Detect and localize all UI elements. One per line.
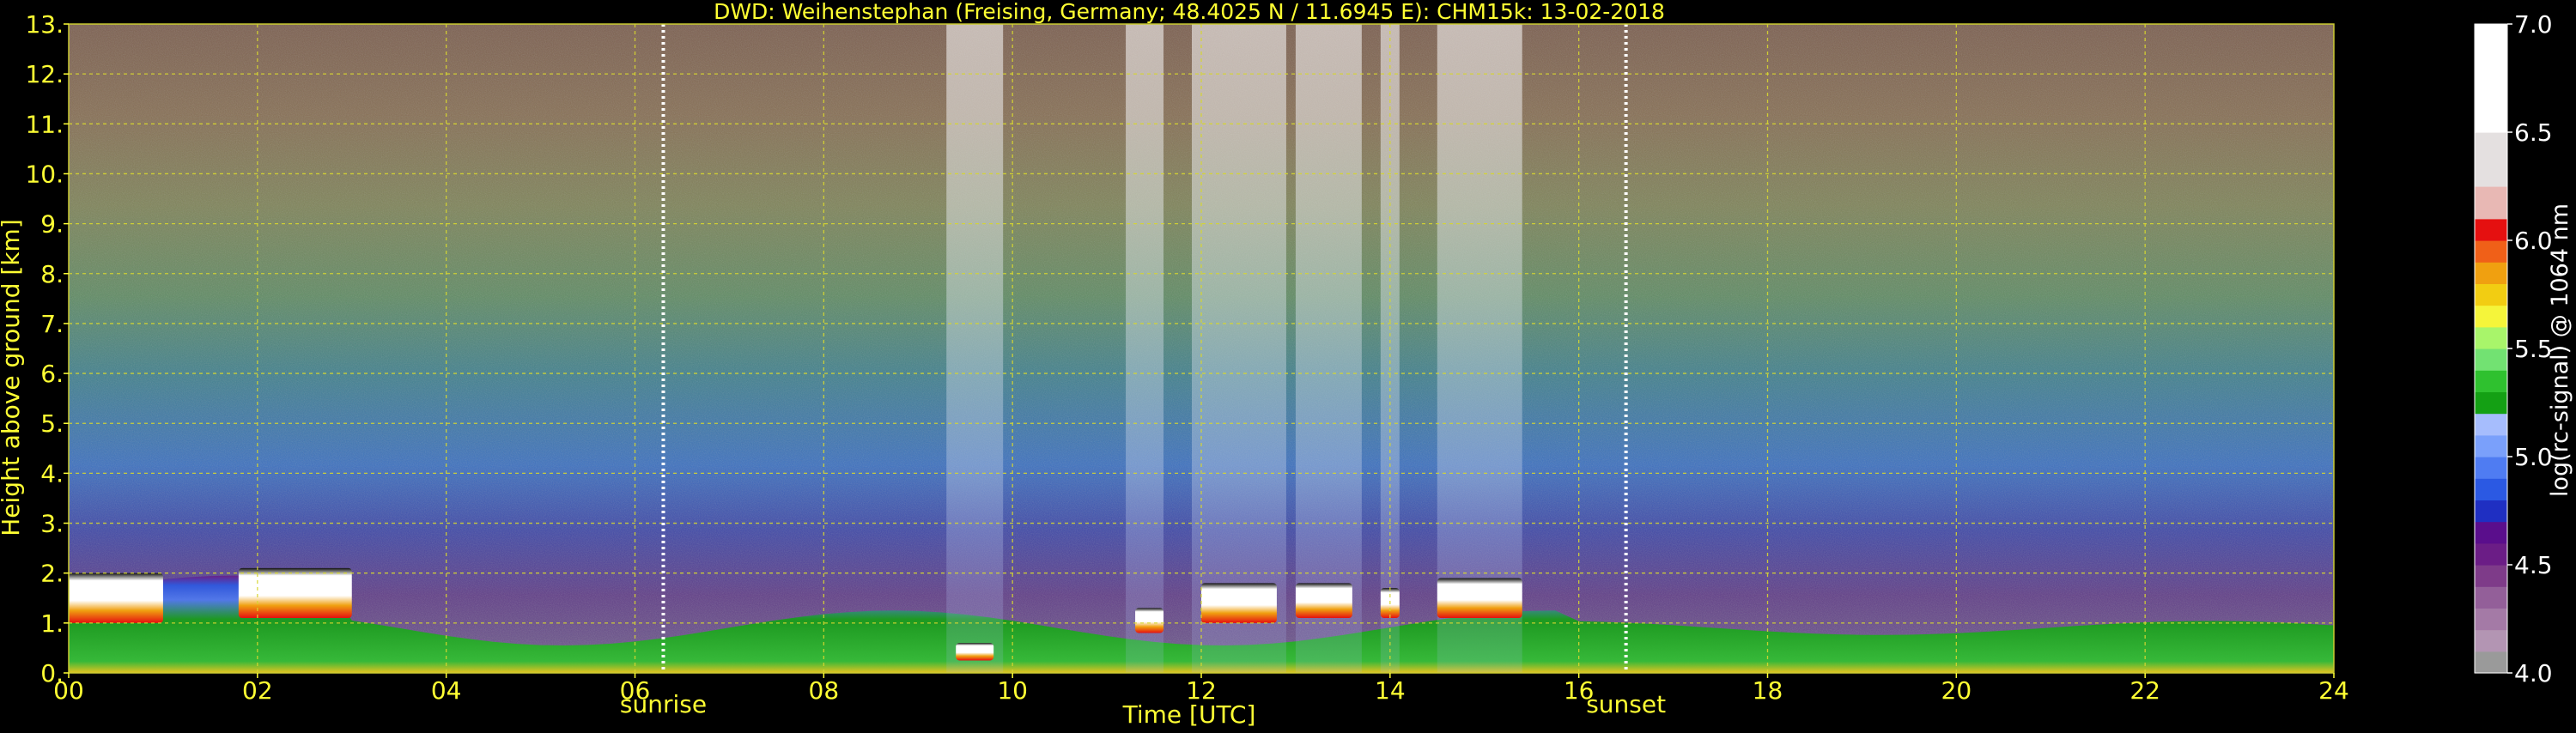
cloud-layer-5 — [1201, 583, 1277, 623]
y-tick-label: 13. — [25, 10, 64, 39]
colorbar-band — [2475, 24, 2507, 133]
y-tick-label: 2. — [40, 560, 64, 588]
y-tick-label: 1. — [40, 609, 64, 638]
y-tick-label: 9. — [40, 210, 64, 239]
colorbar-band — [2475, 305, 2507, 328]
chart-title: DWD: Weihenstephan (Freising, Germany; 4… — [714, 0, 1665, 24]
colorbar-band — [2475, 565, 2507, 587]
colorbar-band — [2475, 586, 2507, 609]
x-axis-label: Time [UTC] — [1122, 700, 1256, 729]
colorbar-band — [2475, 434, 2507, 457]
x-tick-label: 10 — [997, 676, 1028, 705]
x-tick-label: 24 — [2318, 676, 2349, 705]
precip-column-2 — [1126, 24, 1164, 673]
colorbar-band — [2475, 542, 2507, 566]
colorbar-tick-label: 4.5 — [2514, 551, 2553, 579]
cloud-layer-2 — [238, 567, 352, 619]
colorbar-band — [2475, 240, 2507, 263]
colorbar-band — [2475, 629, 2507, 652]
x-tick-label: 16 — [1564, 676, 1595, 705]
colorbar-band — [2475, 478, 2507, 500]
colorbar-band — [2475, 370, 2507, 392]
y-tick-label: 4. — [40, 459, 64, 488]
cloud-layer-4 — [1135, 608, 1164, 633]
precip-column-6 — [1437, 24, 1522, 673]
colorbar-band — [2475, 283, 2507, 306]
y-tick-label: 11. — [25, 110, 64, 138]
x-tick-label: 08 — [809, 676, 840, 705]
colorbar-band — [2475, 326, 2507, 349]
x-tick-label: 22 — [2129, 676, 2160, 705]
y-tick-label: 3. — [40, 510, 64, 538]
y-axis-label: Height above ground [km] — [0, 219, 25, 536]
cloud-layer-3 — [956, 643, 994, 661]
y-tick-label: 6. — [40, 360, 64, 388]
x-tick-label: 02 — [242, 676, 273, 705]
y-tick-label: 0. — [40, 659, 64, 688]
chart-svg: sunrise sunset00 02 04 06 08 10 12 14 16 18 20 22 240… — [0, 0, 2573, 729]
precip-column-4 — [1295, 24, 1362, 673]
x-tick-label: 04 — [431, 676, 462, 705]
x-tick-label: 06 — [620, 676, 651, 705]
colorbar-band — [2475, 651, 2507, 674]
colorbar-tick-label: 6.5 — [2514, 118, 2553, 147]
cloud-layer-8 — [1437, 578, 1522, 619]
colorbar-band — [2475, 413, 2507, 436]
colorbar-band — [2475, 391, 2507, 415]
colorbar-band — [2475, 348, 2507, 371]
precip-column-1 — [946, 24, 1004, 673]
colorbar-band — [2475, 262, 2507, 284]
colorbar-tick-label: 7.0 — [2514, 10, 2553, 39]
y-tick-label: 8. — [40, 260, 64, 288]
cloud-layer-1 — [69, 572, 163, 623]
colorbar-band — [2475, 521, 2507, 544]
x-tick-label: 14 — [1375, 676, 1406, 705]
y-tick-label: 12. — [25, 60, 64, 88]
colorbar-band — [2475, 218, 2507, 241]
colorbar-band — [2475, 500, 2507, 523]
colorbar-label: log(rc-signal) @ 1064 nm — [2547, 203, 2573, 497]
y-tick-label: 10. — [25, 160, 64, 188]
colorbar-band — [2475, 132, 2507, 187]
colorbar-band — [2475, 608, 2507, 631]
x-tick-label: 18 — [1753, 676, 1783, 705]
cloud-layer-6 — [1295, 583, 1352, 619]
y-tick-label: 5. — [40, 409, 64, 438]
precip-column-3 — [1192, 24, 1286, 673]
colorbar-tick-label: 4.0 — [2514, 659, 2553, 688]
y-tick-label: 7. — [40, 310, 64, 338]
annotation-label-sunset: sunset — [1586, 690, 1666, 718]
colorbar-band — [2475, 457, 2507, 479]
colorbar-band — [2475, 186, 2507, 220]
ceilometer-chart: sunrise sunset 00 02 04 06 08 10 12 14 16 18 20 22 24 0… — [0, 0, 2576, 730]
x-tick-label: 20 — [1941, 676, 1972, 705]
